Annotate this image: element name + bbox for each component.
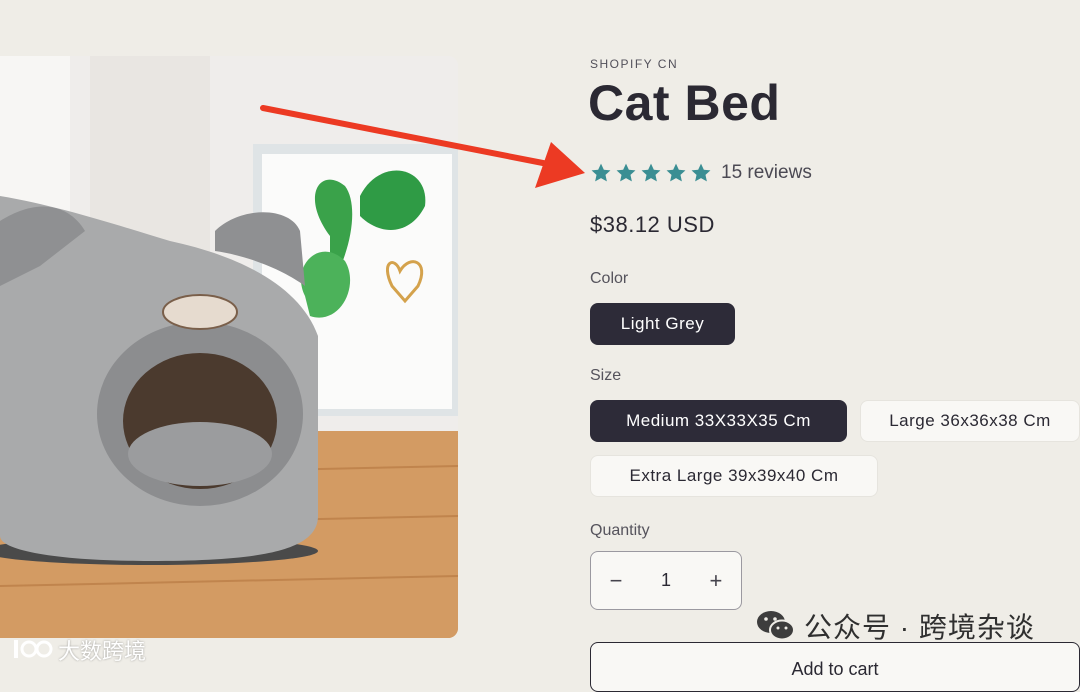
- size-label: Size: [590, 367, 622, 384]
- star-icon: [691, 163, 711, 182]
- color-label: Color: [590, 270, 629, 287]
- product-rating[interactable]: 15 reviews: [590, 162, 812, 184]
- wechat-watermark: 公众号 · 跨境杂谈: [756, 606, 1035, 646]
- wechat-watermark-text: 公众号 · 跨境杂谈: [804, 612, 1035, 643]
- size-option-extra-large[interactable]: Extra Large 39x39x40 Cm: [590, 455, 878, 497]
- size-option-medium[interactable]: Medium 33X33X35 Cm: [590, 400, 847, 442]
- star-icon: [591, 163, 611, 182]
- add-to-cart-button[interactable]: Add to cart: [590, 642, 1080, 692]
- brand-watermark: 大数跨境: [12, 634, 146, 666]
- color-option-light-grey[interactable]: Light Grey: [590, 303, 735, 345]
- rating-stars: [590, 162, 712, 184]
- product-title: Cat Bed: [588, 75, 781, 131]
- vendor-label: SHOPIFY CN: [590, 57, 679, 71]
- star-icon: [641, 163, 661, 182]
- minus-icon[interactable]: −: [591, 552, 641, 609]
- quantity-value[interactable]: 1: [661, 570, 671, 591]
- star-icon: [666, 163, 686, 182]
- brand-watermark-text: 大数跨境: [58, 639, 147, 664]
- plus-icon[interactable]: +: [691, 552, 741, 609]
- product-image[interactable]: [0, 56, 458, 638]
- size-option-large[interactable]: Large 36x36x38 Cm: [860, 400, 1080, 442]
- wechat-icon: [757, 611, 795, 641]
- product-price: $38.12 USD: [590, 212, 715, 237]
- star-icon: [616, 163, 636, 182]
- logo-icon: [14, 640, 53, 658]
- quantity-stepper[interactable]: − 1 +: [590, 551, 742, 610]
- cat-bed-photo: [0, 56, 458, 638]
- quantity-label: Quantity: [590, 522, 650, 539]
- review-count-link[interactable]: 15 reviews: [721, 162, 812, 184]
